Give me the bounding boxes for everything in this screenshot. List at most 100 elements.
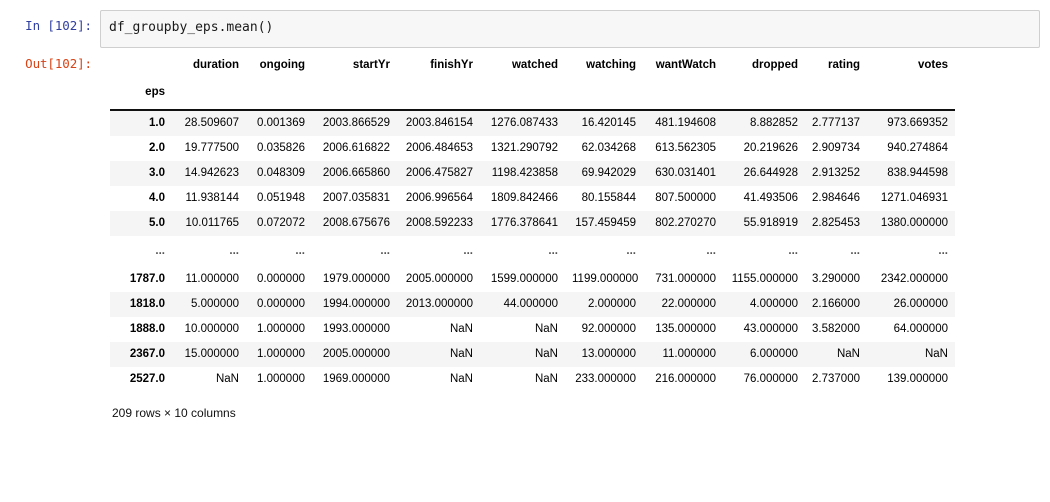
index-row-pad xyxy=(312,76,397,110)
table-cell: ... xyxy=(805,236,867,267)
table-cell: NaN xyxy=(924,348,948,360)
table-row: 3.0 14.942623 0.048309 2006.665860 2006.4758… xyxy=(110,161,955,186)
table-cell: NaN xyxy=(534,348,558,360)
table-cell: 62.034268 xyxy=(581,142,636,154)
table-cell: 0.051948 xyxy=(257,192,305,204)
table-row: 5.0 10.011765 0.072072 2008.675676 2008.5922… xyxy=(110,211,955,236)
table-cell: 3.290000 xyxy=(812,273,860,285)
col-header-votes: votes xyxy=(867,54,955,76)
table-cell: 20.219626 xyxy=(743,142,798,154)
table-cell: 233.000000 xyxy=(575,373,636,385)
col-header-ongoing: ongoing xyxy=(246,54,312,76)
table-cell: 0.072072 xyxy=(257,217,305,229)
table-cell: 1321.290792 xyxy=(490,142,558,154)
index-row-pad xyxy=(643,76,723,110)
index-row-pad xyxy=(805,76,867,110)
jupyter-notebook-cell: In [102]: df_groupby_eps.mean() Out[102]… xyxy=(0,0,1050,502)
table-cell: 802.270270 xyxy=(655,217,716,229)
table-cell: 4.000000 xyxy=(750,298,798,310)
col-header-wantwatch: wantWatch xyxy=(643,54,723,76)
table-cell: 2006.484653 xyxy=(405,142,473,154)
col-header-startyr: startYr xyxy=(312,54,397,76)
table-cell: 0.000000 xyxy=(257,273,305,285)
table-cell: 26.644928 xyxy=(743,167,798,179)
table-row: 4.0 11.938144 0.051948 2007.035831 2006.9965… xyxy=(110,186,955,211)
table-cell: 1979.000000 xyxy=(322,273,390,285)
code-cell-input: In [102]: df_groupby_eps.mean() xyxy=(0,10,1050,48)
col-header-watched: watched xyxy=(480,54,565,76)
table-row: 2527.0 NaN 1.000000 1969.000000 NaN NaN 233.00… xyxy=(110,367,955,392)
index-row-pad xyxy=(172,76,246,110)
table-cell: 0.048309 xyxy=(257,167,305,179)
table-cell: 10.011765 xyxy=(185,217,239,229)
table-cell: 1198.423858 xyxy=(491,167,558,179)
table-cell: 44.000000 xyxy=(503,298,558,310)
table-cell: 11.000000 xyxy=(662,348,716,360)
table-row: 1888.0 10.000000 1.000000 1993.000000 NaN NaN… xyxy=(110,317,955,342)
col-header-dropped: dropped xyxy=(723,54,805,76)
table-cell: 13.000000 xyxy=(581,348,636,360)
table-cell: 28.509607 xyxy=(184,117,239,129)
table-cell: 838.944598 xyxy=(887,167,948,179)
table-cell: 731.000000 xyxy=(655,273,716,285)
table-cell: 157.459459 xyxy=(575,217,636,229)
output-prompt-label: Out[102]: xyxy=(25,56,92,71)
table-cell: ... xyxy=(723,236,805,267)
table-cell: NaN xyxy=(534,373,558,385)
table-cell: 2006.996564 xyxy=(405,192,473,204)
table-cell: 1809.842466 xyxy=(490,192,558,204)
table-cell: 2005.000000 xyxy=(322,348,390,360)
table-cell: 92.000000 xyxy=(581,323,636,335)
index-row-pad xyxy=(246,76,312,110)
table-header: duration ongoing startYr finishYr watche… xyxy=(110,54,955,110)
corner-cell xyxy=(110,54,172,76)
table-cell: 216.000000 xyxy=(655,373,716,385)
table-cell: 2005.000000 xyxy=(405,273,473,285)
table-cell: 1969.000000 xyxy=(322,373,390,385)
table-cell: 41.493506 xyxy=(743,192,798,204)
table-row: 2.0 19.777500 0.035826 2006.616822 2006.4846… xyxy=(110,136,955,161)
table-cell: 2342.000000 xyxy=(880,273,948,285)
table-cell: 2.166000 xyxy=(812,298,860,310)
table-cell: 19.777500 xyxy=(184,142,239,154)
table-cell: NaN xyxy=(449,323,473,335)
code-editor[interactable]: df_groupby_eps.mean() xyxy=(100,10,1040,48)
table-cell: 2.913252 xyxy=(812,167,860,179)
table-cell: 11.000000 xyxy=(185,273,239,285)
table-cell: 2.777137 xyxy=(812,117,860,129)
table-cell: 10.000000 xyxy=(184,323,239,335)
output-body: duration ongoing startYr finishYr watche… xyxy=(100,54,1050,420)
table-cell: 1276.087433 xyxy=(490,117,558,129)
table-cell: 2013.000000 xyxy=(405,298,473,310)
row-index-cell: 5.0 xyxy=(149,217,165,229)
table-cell: 2006.616822 xyxy=(322,142,390,154)
table-cell: 135.000000 xyxy=(655,323,716,335)
table-cell: 0.001369 xyxy=(257,117,305,129)
table-cell: 940.274864 xyxy=(887,142,948,154)
table-cell: 2003.866529 xyxy=(322,117,390,129)
table-cell: 613.562305 xyxy=(655,142,716,154)
row-index-cell: 2367.0 xyxy=(129,348,165,360)
row-index-cell: 1818.0 xyxy=(129,298,165,310)
table-cell: ... xyxy=(312,236,397,267)
table-cell: 8.882852 xyxy=(750,117,798,129)
table-cell: 2.825453 xyxy=(812,217,860,229)
table-cell: NaN xyxy=(215,373,239,385)
table-cell: 26.000000 xyxy=(893,298,948,310)
table-cell: 1155.000000 xyxy=(731,273,798,285)
row-index-cell: 4.0 xyxy=(149,192,165,204)
table-cell: NaN xyxy=(836,348,860,360)
table-cell: 1.000000 xyxy=(257,348,305,360)
row-index-cell: 1787.0 xyxy=(129,273,165,285)
table-cell: 3.582000 xyxy=(812,323,860,335)
row-index-cell: 2.0 xyxy=(149,142,165,154)
table-cell: ... xyxy=(397,236,480,267)
col-header-duration: duration xyxy=(172,54,246,76)
row-index-cell: 1888.0 xyxy=(129,323,165,335)
dataframe-table: duration ongoing startYr finishYr watche… xyxy=(110,54,955,392)
table-cell: 1.000000 xyxy=(257,323,305,335)
table-cell: 630.031401 xyxy=(655,167,716,179)
column-header-row: duration ongoing startYr finishYr watche… xyxy=(110,54,955,76)
row-index-cell: 2527.0 xyxy=(129,373,165,385)
table-cell: 2007.035831 xyxy=(322,192,390,204)
